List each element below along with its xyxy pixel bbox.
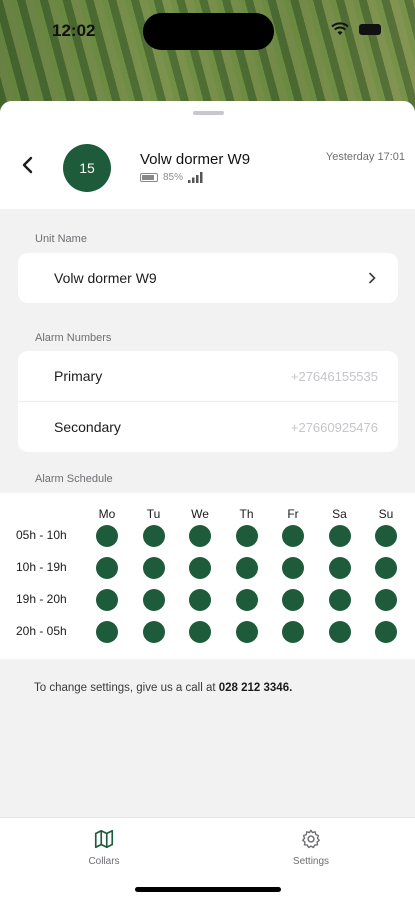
alarm-numbers-card: Primary +27646155535 Secondary +27660925… [18,351,398,452]
alarm-schedule-label: Alarm Schedule [35,473,113,485]
contact-note: To change settings, give us a call at 02… [34,682,292,694]
unit-meta: 85% [140,171,204,183]
gear-icon [302,829,320,849]
chevron-right-icon [369,272,376,284]
schedule-toggle-dot[interactable] [96,525,118,547]
schedule-toggle-dot[interactable] [96,589,118,611]
alarm-number-label: Primary [54,368,103,384]
schedule-slot-label: 10h - 19h [16,560,67,574]
schedule-slot-label: 20h - 05h [16,624,67,638]
schedule-slot-label: 05h - 10h [16,528,67,542]
schedule-toggle-dot[interactable] [375,589,397,611]
schedule-day-header: Sa [332,507,347,521]
schedule-toggle-dot[interactable] [328,557,351,579]
schedule-toggle-dot[interactable] [235,621,258,643]
alarm-number-value: +27646155535 [290,368,378,384]
tab-settings[interactable]: Settings [271,828,351,867]
schedule-toggle-dot[interactable] [189,525,211,547]
schedule-toggle-dot[interactable] [189,589,211,611]
last-seen-timestamp: Yesterday 17:01 [325,151,405,163]
unit-name-card[interactable]: Volw dormer W9 [18,253,398,303]
schedule-toggle-dot[interactable] [328,621,351,643]
schedule-toggle-dot[interactable] [142,557,165,579]
status-time: 12:02 [52,21,96,40]
signal-icon [188,172,203,183]
schedule-day-headers: Mo Tu We Th Fr Sa Su [0,507,415,521]
unit-avatar: 15 [63,144,111,192]
tab-collars-label: Collars [88,856,120,867]
unit-title: Volw dormer W9 [140,151,251,168]
battery-percent: 85% [163,171,184,183]
schedule-toggle-dot[interactable] [282,621,304,643]
schedule-toggle-dot[interactable] [96,557,118,579]
schedule-toggle-dot[interactable] [235,557,258,579]
schedule-day-header: Tu [146,507,161,521]
schedule-day-header: Mo [98,507,116,521]
alarm-schedule-grid: Mo Tu We Th Fr Sa Su 05h - 10h 10h - 19h 19h - 2… [0,493,415,659]
schedule-toggle-dot[interactable] [328,525,351,547]
wifi-icon [331,22,349,35]
schedule-toggle-dot[interactable] [375,557,397,579]
schedule-toggle-dot[interactable] [142,621,165,643]
tab-collars[interactable]: Collars [64,828,144,867]
schedule-toggle-dot[interactable] [235,589,258,611]
schedule-day-header: Su [378,507,394,521]
map-icon [94,829,114,849]
schedule-toggle-dot[interactable] [375,525,397,547]
schedule-toggle-dot[interactable] [96,621,118,643]
schedule-toggle-dot[interactable] [235,525,258,547]
schedule-slot-label: 19h - 20h [16,592,67,606]
tab-bar: Collars Settings [0,817,415,900]
sheet-grabber[interactable] [193,111,224,115]
battery-icon [359,23,381,35]
schedule-day-header: Th [239,507,254,521]
unit-name-label: Unit Name [35,233,87,245]
schedule-day-header: We [191,507,209,521]
unit-name-row[interactable]: Volw dormer W9 [18,253,398,303]
unit-name-value: Volw dormer W9 [54,270,157,286]
schedule-toggle-dot[interactable] [282,557,304,579]
alarm-number-label: Secondary [54,419,121,435]
status-icons [331,22,381,36]
detail-sheet: 15 Volw dormer W9 85% Yesterday 17:01 Un… [0,101,415,900]
unit-header: 15 Volw dormer W9 85% Yesterday 17:01 [0,101,415,209]
schedule-toggle-dot[interactable] [375,621,397,643]
schedule-toggle-dot[interactable] [282,589,304,611]
tab-settings-label: Settings [292,856,330,867]
back-chevron-icon[interactable] [18,155,38,175]
contact-phone[interactable]: 028 212 3346. [219,682,293,694]
home-indicator [135,887,281,892]
contact-note-text: To change settings, give us a call at [34,682,219,694]
alarm-number-row[interactable]: Primary +27646155535 [18,351,398,401]
schedule-toggle-dot[interactable] [142,525,165,547]
schedule-toggle-dot[interactable] [189,557,211,579]
alarm-number-value: +27660925476 [290,419,378,435]
alarm-numbers-label: Alarm Numbers [35,332,112,344]
schedule-toggle-dot[interactable] [282,525,304,547]
schedule-toggle-dot[interactable] [189,621,211,643]
schedule-day-header: Fr [287,507,299,521]
schedule-toggle-dot[interactable] [328,589,351,611]
schedule-toggle-dot[interactable] [142,589,165,611]
alarm-number-row[interactable]: Secondary +27660925476 [18,401,398,452]
battery-level-icon [140,172,158,182]
dynamic-island [143,13,274,50]
